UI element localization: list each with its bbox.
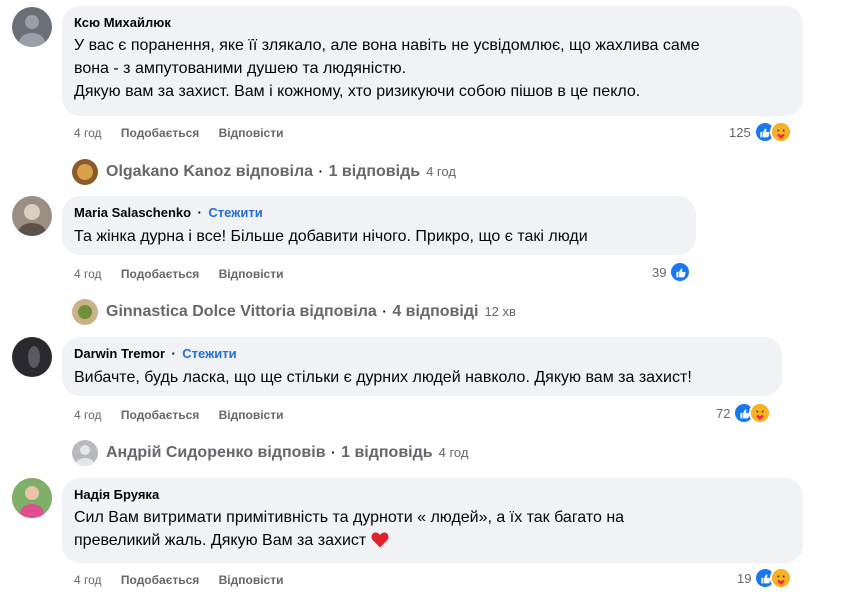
view-replies[interactable]: Olgakano Kanoz відповіла · 1 відповідь 4… (72, 159, 456, 185)
reply-count: 1 відповідь (341, 444, 433, 461)
reply-time: 4 год (426, 164, 456, 179)
comment-author[interactable]: Darwin Tremor (74, 346, 165, 361)
comment-text: Та жінка дурна і все! Більше добавити ні… (74, 228, 588, 245)
comment-text: Сил Вам витримати примітивність та дурно… (74, 509, 625, 549)
avatar (72, 440, 98, 466)
reply-time: 4 год (438, 445, 469, 460)
follow-button[interactable]: Стежити (182, 346, 236, 361)
avatar (72, 159, 98, 185)
separator-dot: · (197, 205, 202, 220)
comment-text: У вас є поранення, яке її злякало, але в… (74, 37, 700, 100)
separator-dot: · (315, 164, 327, 179)
follow-button[interactable]: Стежити (208, 205, 262, 220)
comment-author[interactable]: Ксю Михайлюк (74, 14, 791, 31)
view-replies[interactable]: Андрій Сидоренко відповів · 1 відповідь … (72, 440, 468, 466)
reply-button[interactable]: Відповісти (219, 573, 284, 587)
reaction-count: 72 (716, 405, 731, 421)
reaction-count: 39 (652, 264, 667, 280)
separator-dot: · (378, 304, 391, 319)
separator-dot: · (327, 445, 340, 460)
comment-actions: 4 год Подобається Відповісти (74, 407, 299, 423)
comment-bubble: Maria Salaschenko · Стежити Та жінка дур… (62, 196, 696, 255)
comment-bubble: Ксю Михайлюк У вас є поранення, яке її з… (62, 6, 803, 116)
comment-text-wrap: Сил Вам витримати примітивність та дурно… (74, 506, 791, 555)
avatar[interactable] (12, 478, 52, 518)
reaction-summary[interactable]: 125 (729, 121, 792, 143)
reply-button[interactable]: Відповісти (219, 408, 284, 422)
comment-time[interactable]: 4 год (74, 573, 102, 587)
like-button[interactable]: Подобається (121, 267, 199, 281)
reply-count: 1 відповідь (328, 163, 421, 180)
care-icon (749, 402, 772, 424)
reaction-count: 125 (729, 124, 751, 140)
comment-actions: 4 год Подобається Відповісти (74, 266, 299, 282)
reaction-summary[interactable]: 19 (737, 567, 793, 589)
reply-count: 4 відповіді (392, 303, 479, 320)
comment-bubble: Надія Бруяка Сил Вам витримати примітивн… (62, 478, 803, 563)
reply-author: Olgakano Kanoz відповіла (106, 163, 314, 180)
reply-author: Андрій Сидоренко відповів (106, 444, 326, 461)
comment-author[interactable]: Надія Бруяка (74, 486, 791, 503)
comment-time[interactable]: 4 год (74, 408, 102, 422)
reaction-summary[interactable]: 39 (652, 261, 692, 283)
care-icon (769, 121, 792, 143)
reaction-count: 19 (737, 570, 752, 586)
like-button[interactable]: Подобається (121, 126, 199, 140)
reaction-summary[interactable]: 72 (716, 402, 772, 424)
comment-text: Вибачте, будь ласка, що ще стільки є дур… (74, 369, 692, 386)
avatar (72, 299, 98, 325)
separator-dot: · (171, 346, 176, 361)
reply-author: Ginnastica Dolce Vittoria відповіла (106, 303, 377, 320)
reply-button[interactable]: Відповісти (219, 126, 284, 140)
comment-author[interactable]: Maria Salaschenko (74, 205, 191, 220)
comment-actions: 4 год Подобається Відповісти (74, 125, 299, 141)
view-replies[interactable]: Ginnastica Dolce Vittoria відповіла · 4 … (72, 299, 516, 325)
comment-bubble: Darwin Tremor · Стежити Вибачте, будь ла… (62, 337, 782, 396)
comment-time[interactable]: 4 год (74, 126, 102, 140)
thumbs-up-icon (669, 261, 692, 283)
like-button[interactable]: Подобається (121, 573, 199, 587)
comment-actions: 4 год Подобається Відповісти (74, 572, 299, 588)
avatar[interactable] (12, 337, 52, 377)
heart-icon (371, 531, 389, 555)
like-button[interactable]: Подобається (121, 408, 199, 422)
care-icon (770, 567, 793, 589)
comment-time[interactable]: 4 год (74, 267, 102, 281)
avatar[interactable] (12, 196, 52, 236)
reply-time: 12 хв (484, 304, 516, 319)
reply-button[interactable]: Відповісти (219, 267, 284, 281)
avatar[interactable] (12, 7, 52, 47)
